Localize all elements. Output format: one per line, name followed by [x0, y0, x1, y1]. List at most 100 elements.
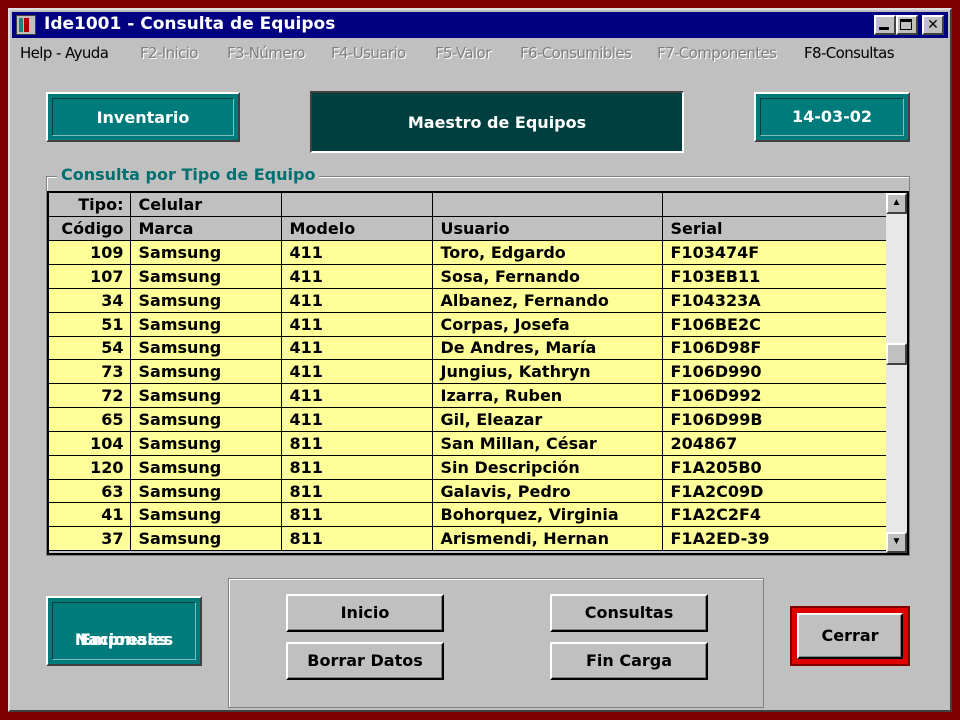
app-icon[interactable] [16, 15, 36, 35]
cell-usuario[interactable]: Galavis, Pedro [432, 479, 663, 504]
cerrar-button[interactable]: Cerrar [797, 613, 903, 659]
cell-codigo[interactable]: 41 [49, 502, 131, 528]
cell-serial[interactable]: F106D99B [662, 407, 887, 432]
cell-codigo[interactable]: 73 [49, 359, 131, 385]
table-row[interactable]: 41 Samsung 811 Bohorquez, Virginia F1A2C2F4 [49, 502, 887, 528]
cell-marca[interactable]: Samsung [130, 407, 282, 432]
cell-usuario[interactable]: Arismendi, Hernan [432, 526, 663, 552]
cell-serial[interactable]: F104323A [662, 288, 887, 313]
cell-usuario[interactable]: Albanez, Fernando [432, 288, 663, 313]
cell-codigo[interactable]: 104 [49, 431, 131, 456]
menu-help[interactable]: Help - Ayuda [20, 44, 109, 62]
cell-marca[interactable]: Samsung [130, 383, 282, 409]
cell-serial[interactable]: F106D992 [662, 383, 887, 409]
inicio-button[interactable]: Inicio [286, 594, 444, 632]
cell-marca[interactable]: Samsung [130, 431, 282, 456]
cell-codigo[interactable]: 72 [49, 383, 131, 409]
cell-codigo[interactable]: 34 [49, 288, 131, 313]
scroll-thumb[interactable] [886, 343, 907, 365]
table-row[interactable]: 107 Samsung 411 Sosa, Fernando F103EB11 [49, 264, 887, 289]
cell-marca[interactable]: Samsung [130, 502, 282, 528]
menu-consultas[interactable]: F8-Consultas [804, 44, 895, 62]
cell-modelo[interactable]: 411 [281, 359, 433, 385]
cell-usuario[interactable]: Gil, Eleazar [432, 407, 663, 432]
cell-modelo[interactable]: 411 [281, 288, 433, 313]
cell-modelo[interactable]: 411 [281, 407, 433, 432]
cell-serial[interactable]: F1A2ED-39 [662, 526, 887, 552]
equipment-grid[interactable]: Tipo: Celular Código Marca Modelo Usuari… [47, 191, 909, 555]
table-row[interactable]: 109 Samsung 411 Toro, Edgardo F103474F [49, 240, 887, 266]
column-header-marca[interactable]: Marca [130, 216, 282, 242]
cell-usuario[interactable]: Izarra, Ruben [432, 383, 663, 409]
cell-codigo[interactable]: 107 [49, 264, 131, 289]
cell-usuario[interactable]: San Millan, César [432, 431, 663, 456]
cell-modelo[interactable]: 411 [281, 264, 433, 289]
cell-serial[interactable]: 204867 [662, 431, 887, 456]
cell-marca[interactable]: Samsung [130, 336, 282, 361]
table-row[interactable]: 63 Samsung 811 Galavis, Pedro F1A2C09D [49, 479, 887, 504]
cell-usuario[interactable]: Bohorquez, Virginia [432, 502, 663, 528]
scroll-down-button[interactable]: ▼ [886, 532, 907, 553]
cell-modelo[interactable]: 411 [281, 336, 433, 361]
cell-serial[interactable]: F1A205B0 [662, 455, 887, 480]
table-row[interactable]: 54 Samsung 411 De Andres, María F106D98F [49, 336, 887, 361]
cell-modelo[interactable]: 811 [281, 479, 433, 504]
cell-modelo[interactable]: 811 [281, 455, 433, 480]
grid-scrollbar[interactable]: ▲ ▼ [886, 193, 907, 553]
cell-modelo[interactable]: 811 [281, 431, 433, 456]
scroll-up-button[interactable]: ▲ [886, 193, 907, 214]
consultas-button[interactable]: Consultas [550, 594, 708, 632]
cell-modelo[interactable]: 411 [281, 312, 433, 337]
cell-serial[interactable]: F106D98F [662, 336, 887, 361]
borrar-datos-button[interactable]: Borrar Datos [286, 642, 444, 680]
cell-marca[interactable]: Samsung [130, 526, 282, 552]
menu-valor[interactable]: F5-Valor [435, 44, 491, 62]
column-header-serial[interactable]: Serial [662, 216, 887, 242]
cell-usuario[interactable]: Jungius, Kathryn [432, 359, 663, 385]
table-row[interactable]: 37 Samsung 811 Arismendi, Hernan F1A2ED-39 [49, 526, 887, 552]
menu-numero[interactable]: F3-Número [227, 44, 305, 62]
menu-componentes[interactable]: F7-Componentes [657, 44, 777, 62]
cell-serial[interactable]: F1A2C09D [662, 479, 887, 504]
table-row[interactable]: 65 Samsung 411 Gil, Eleazar F106D99B [49, 407, 887, 432]
cell-marca[interactable]: Samsung [130, 240, 282, 266]
cell-serial[interactable]: F106BE2C [662, 312, 887, 337]
cell-marca[interactable]: Samsung [130, 455, 282, 480]
menu-consumibles[interactable]: F6-Consumibles [520, 44, 632, 62]
cell-usuario[interactable]: Sin Descripción [432, 455, 663, 480]
cell-marca[interactable]: Samsung [130, 312, 282, 337]
cell-codigo[interactable]: 51 [49, 312, 131, 337]
table-row[interactable]: 73 Samsung 411 Jungius, Kathryn F106D990 [49, 359, 887, 385]
table-row[interactable]: 51 Samsung 411 Corpas, Josefa F106BE2C [49, 312, 887, 337]
cell-usuario[interactable]: Toro, Edgardo [432, 240, 663, 266]
cell-marca[interactable]: Samsung [130, 264, 282, 289]
cell-modelo[interactable]: 811 [281, 502, 433, 528]
menu-usuario[interactable]: F4-Usuario [331, 44, 406, 62]
fin-carga-button[interactable]: Fin Carga [550, 642, 708, 680]
cell-codigo[interactable]: 37 [49, 526, 131, 552]
table-row[interactable]: 72 Samsung 411 Izarra, Ruben F106D992 [49, 383, 887, 409]
minimize-button[interactable] [874, 15, 896, 35]
cell-modelo[interactable]: 411 [281, 383, 433, 409]
close-button[interactable]: ✕ [922, 15, 944, 35]
cell-codigo[interactable]: 65 [49, 407, 131, 432]
cell-codigo[interactable]: 120 [49, 455, 131, 480]
table-row[interactable]: 34 Samsung 411 Albanez, Fernando F104323A [49, 288, 887, 313]
cell-usuario[interactable]: Corpas, Josefa [432, 312, 663, 337]
cell-marca[interactable]: Samsung [130, 479, 282, 504]
cell-usuario[interactable]: De Andres, María [432, 336, 663, 361]
menu-inicio[interactable]: F2-Inicio [140, 44, 198, 62]
column-header-usuario[interactable]: Usuario [432, 216, 663, 242]
cell-codigo[interactable]: 63 [49, 479, 131, 504]
table-row[interactable]: 104 Samsung 811 San Millan, César 204867 [49, 431, 887, 456]
column-header-modelo[interactable]: Modelo [281, 216, 433, 242]
cell-modelo[interactable]: 811 [281, 526, 433, 552]
table-row[interactable]: 120 Samsung 811 Sin Descripción F1A205B0 [49, 455, 887, 480]
cell-codigo[interactable]: 109 [49, 240, 131, 266]
cell-codigo[interactable]: 54 [49, 336, 131, 361]
cell-marca[interactable]: Samsung [130, 359, 282, 385]
maximize-button[interactable] [896, 15, 918, 35]
cell-modelo[interactable]: 411 [281, 240, 433, 266]
cell-marca[interactable]: Samsung [130, 288, 282, 313]
column-header-codigo[interactable]: Código [49, 216, 131, 242]
